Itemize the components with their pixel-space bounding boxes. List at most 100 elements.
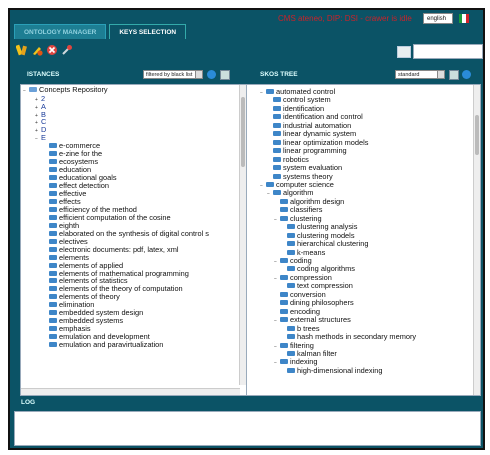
folder-icon — [273, 114, 281, 120]
folder-icon — [280, 274, 288, 280]
folder-icon — [49, 206, 57, 212]
edit-icon[interactable] — [31, 44, 43, 56]
folder-icon — [280, 258, 288, 263]
folder-icon — [49, 318, 57, 324]
folder-icon — [49, 246, 57, 252]
istances-title: ISTANCES — [27, 71, 60, 78]
delete-icon[interactable] — [46, 44, 58, 56]
folder-icon — [49, 334, 57, 340]
tab-ontology-manager[interactable]: ONTOLOGY MANAGER — [14, 24, 107, 39]
log-area — [14, 411, 481, 446]
folder-icon — [273, 156, 281, 162]
folder-icon — [266, 181, 274, 187]
grid-icon[interactable] — [449, 70, 459, 80]
folder-icon — [287, 241, 295, 247]
scheme-select[interactable]: standard — [395, 70, 445, 79]
letter-node[interactable]: − E — [35, 134, 46, 143]
instance-item[interactable]: emulation and paravirtualization — [49, 340, 164, 350]
folder-icon — [49, 143, 57, 149]
skos-header: SKOS TREE — [253, 68, 480, 82]
folder-icon — [49, 310, 57, 316]
folder-icon — [273, 165, 281, 171]
folder-icon — [280, 215, 288, 221]
tree-root[interactable]: − Concepts Repository — [23, 85, 108, 95]
folder-icon — [49, 191, 57, 196]
folder-icon — [49, 302, 57, 308]
folder-icon — [49, 270, 57, 276]
folder-icon — [287, 283, 295, 289]
folder-icon — [280, 291, 288, 297]
skos-vertical-scrollbar[interactable] — [473, 85, 480, 395]
letter-label: E — [41, 133, 46, 143]
skos-tree: − automated control control system identifi… — [246, 84, 481, 396]
folder-icon — [287, 367, 295, 373]
tree-root-label: Concepts Repository — [39, 85, 108, 94]
folder-icon — [280, 207, 288, 213]
folder-icon — [49, 198, 57, 204]
folder-icon — [280, 317, 288, 323]
tab-keys-selection[interactable]: KEYS SELECTION — [109, 24, 187, 39]
skos-node-label: high-dimensional indexing — [297, 365, 383, 375]
blacklist-filter-value: filtered by black list — [146, 72, 193, 78]
folder-icon — [49, 222, 57, 228]
folder-icon — [49, 278, 57, 284]
search-input[interactable] — [413, 44, 483, 59]
crawler-status: CMS ateneo, DIP: DSI - crawer is idle — [278, 14, 412, 23]
folder-icon — [49, 294, 57, 300]
language-select[interactable]: english — [423, 13, 453, 24]
tag-icon[interactable] — [16, 44, 28, 56]
folder-icon — [280, 359, 288, 365]
folder-icon — [273, 148, 281, 154]
istances-tree: − Concepts Repository +2 + A + B + C + D − Ee-comme… — [20, 84, 247, 396]
blacklist-filter-select[interactable]: filtered by black list — [143, 70, 203, 79]
folder-icon — [49, 230, 57, 236]
tab-bar: ONTOLOGY MANAGER KEYS SELECTION — [14, 24, 187, 39]
log-title: LOG — [21, 399, 36, 406]
folder-icon — [266, 89, 274, 94]
refresh-icon[interactable] — [462, 70, 471, 79]
search-button[interactable] — [397, 46, 411, 58]
folder-icon — [280, 308, 288, 314]
repository-icon — [29, 87, 37, 92]
folder-icon — [49, 326, 57, 332]
folder-icon — [49, 254, 57, 260]
folder-icon — [280, 342, 288, 348]
scheme-value: standard — [398, 72, 420, 78]
folder-icon — [273, 173, 281, 179]
instance-item-label: emulation and paravirtualization — [59, 340, 164, 350]
folder-icon — [273, 131, 281, 137]
folder-icon — [273, 190, 281, 196]
folder-icon — [49, 238, 57, 244]
folder-icon — [273, 105, 281, 111]
folder-icon — [287, 232, 295, 238]
folder-icon — [287, 334, 295, 340]
refresh-icon[interactable] — [207, 70, 216, 79]
folder-icon — [287, 249, 295, 255]
folder-icon — [49, 183, 57, 189]
folder-icon — [49, 167, 57, 173]
folder-icon — [287, 266, 295, 272]
grid-icon[interactable] — [220, 70, 230, 80]
folder-icon — [273, 97, 281, 103]
folder-icon — [287, 350, 295, 356]
skos-title: SKOS TREE — [260, 71, 298, 78]
istances-vertical-scrollbar[interactable] — [239, 85, 246, 385]
folder-icon — [287, 325, 295, 331]
folder-icon — [49, 159, 57, 165]
folder-icon — [49, 214, 57, 220]
tools-icon[interactable] — [61, 44, 73, 56]
folder-icon — [49, 175, 57, 181]
folder-icon — [49, 342, 57, 348]
folder-icon — [273, 139, 281, 145]
app-window: ONTOLOGY MANAGER KEYS SELECTION CMS aten… — [8, 8, 485, 450]
log-header: LOG — [14, 397, 471, 409]
istances-horizontal-scrollbar[interactable] — [21, 388, 240, 395]
italian-flag-icon[interactable] — [459, 14, 469, 23]
folder-icon — [287, 224, 295, 230]
folder-icon — [49, 286, 57, 292]
folder-icon — [273, 122, 281, 128]
folder-icon — [49, 151, 57, 157]
skos-node[interactable]: high-dimensional indexing — [281, 365, 383, 376]
folder-icon — [280, 300, 288, 306]
folder-icon — [49, 262, 57, 268]
